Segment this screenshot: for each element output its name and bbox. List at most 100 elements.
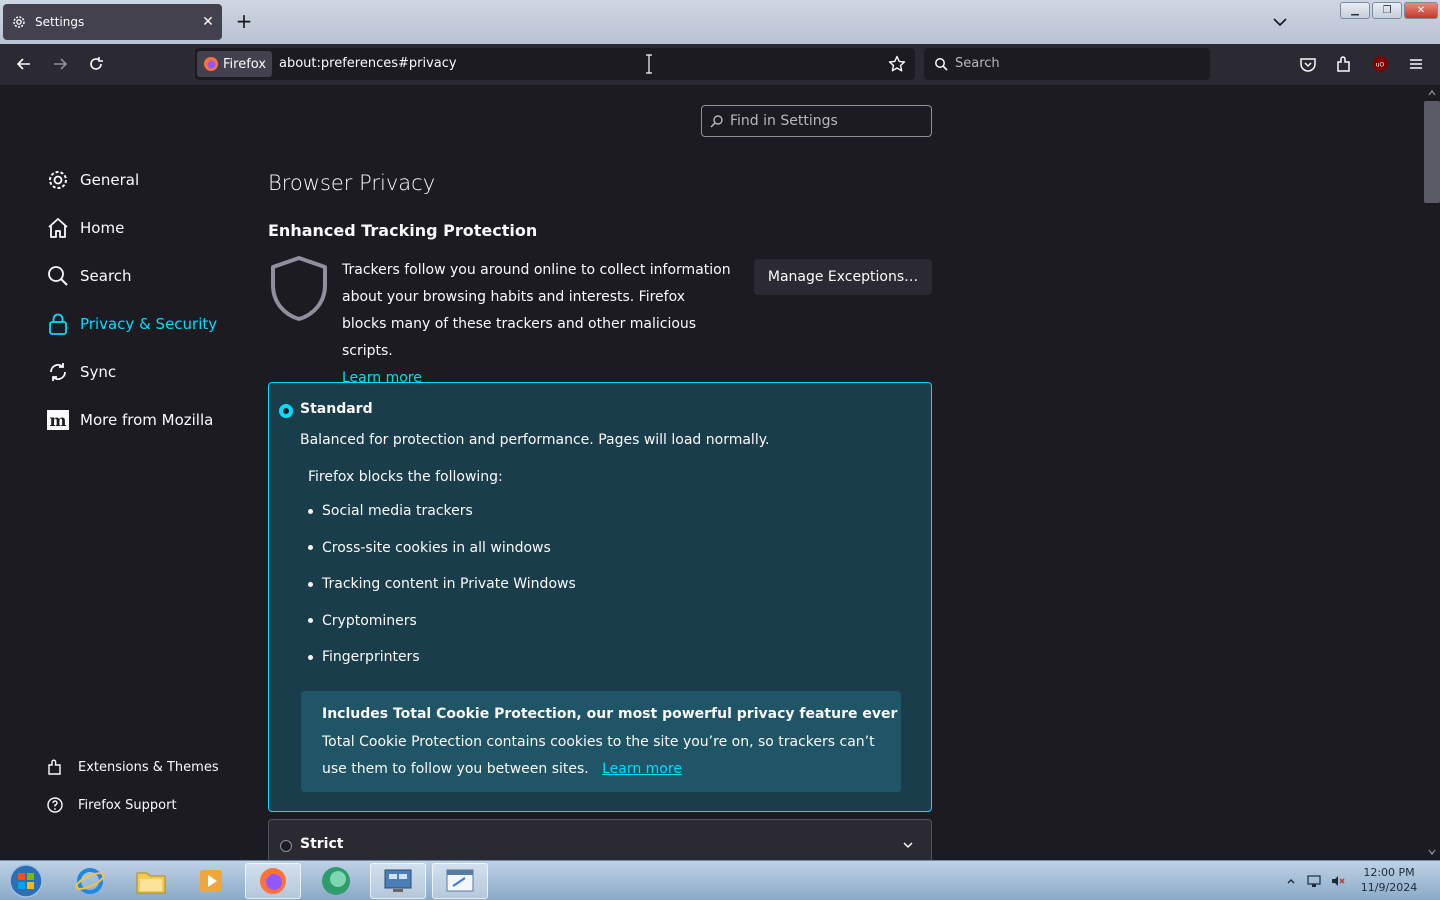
hamburger-menu-icon[interactable] [1406, 54, 1426, 74]
bookmark-star-icon[interactable] [888, 55, 906, 73]
green-app-icon [322, 867, 350, 895]
puzzle-icon [48, 759, 61, 775]
strict-radio[interactable] [280, 840, 292, 852]
close-window-button[interactable]: ✕ [1404, 2, 1438, 19]
tcp-body-text: Total Cookie Protection contains cookies… [322, 734, 875, 777]
back-arrow-icon[interactable] [14, 54, 34, 74]
windows-start-icon [9, 864, 43, 898]
taskbar-window-app[interactable] [432, 863, 488, 899]
etp-description: Trackers follow you around online to col… [342, 257, 732, 392]
lock-icon [49, 313, 67, 335]
bullet-icon [308, 618, 313, 624]
pocket-icon[interactable] [1298, 54, 1318, 74]
sidebar-item-label: Home [80, 219, 125, 237]
sidebar-item-home[interactable]: Home [46, 216, 124, 240]
extensions-themes-label: Extensions & Themes [78, 759, 219, 775]
tray-expand-icon[interactable] [1284, 874, 1298, 888]
standard-protection-card[interactable]: Standard Balanced for protection and per… [268, 382, 932, 812]
scroll-up-icon[interactable] [1428, 89, 1436, 97]
standard-radio[interactable] [280, 405, 292, 417]
sidebar-item-label: Sync [80, 363, 117, 381]
scrollbar-thumb[interactable] [1424, 101, 1440, 203]
search-placeholder: Search [955, 56, 1000, 71]
forward-arrow-icon[interactable] [50, 54, 70, 74]
find-placeholder: Find in Settings [730, 113, 838, 129]
list-item: Cross-site cookies in all windows [308, 530, 576, 567]
gear-icon [49, 171, 67, 189]
extensions-puzzle-icon[interactable] [1334, 54, 1354, 74]
sidebar-item-more-from-mozilla[interactable]: m More from Mozilla [46, 408, 213, 432]
taskbar-app-green[interactable] [308, 863, 364, 899]
taskbar: 12:00 PM 11/9/2024 [0, 860, 1440, 900]
firefox-logo-icon [260, 868, 286, 894]
chevron-down-icon[interactable] [901, 838, 915, 852]
extensions-themes-link[interactable]: Extensions & Themes [46, 758, 219, 776]
restore-button[interactable]: ❐ [1372, 2, 1402, 19]
close-tab-icon[interactable]: ✕ [199, 13, 217, 31]
taskbar-media-player[interactable] [183, 863, 239, 899]
navigation-toolbar: Firefox about:preferences#privacy Search… [0, 44, 1440, 85]
sidebar-item-search[interactable]: Search [46, 264, 132, 288]
window-app-icon [446, 869, 474, 892]
settings-page: Find in Settings General Home Search Pri… [0, 85, 1424, 860]
mozilla-icon: m [47, 410, 69, 430]
tab-strip: Settings ✕ + ▁ ❐ ✕ [0, 0, 1440, 44]
tcp-body: Total Cookie Protection contains cookies… [322, 729, 892, 783]
folder-icon [136, 872, 166, 894]
identity-box[interactable]: Firefox [197, 51, 273, 77]
blocked-item-label: Social media trackers [322, 503, 473, 520]
etp-heading: Enhanced Tracking Protection [268, 221, 538, 240]
strict-protection-card[interactable]: Strict [268, 819, 932, 860]
start-button[interactable] [0, 863, 52, 899]
bullet-icon [308, 545, 313, 551]
sidebar-item-privacy-security[interactable]: Privacy & Security [46, 312, 217, 336]
network-icon[interactable] [1307, 874, 1321, 888]
blocked-item-label: Fingerprinters [322, 649, 420, 666]
identity-label: Firefox [223, 56, 267, 72]
blocks-heading: Firefox blocks the following: [308, 469, 503, 485]
new-tab-button[interactable]: + [234, 11, 254, 31]
taskbar-internet-explorer[interactable] [62, 863, 118, 899]
reload-icon[interactable] [86, 54, 106, 74]
tab-title: Settings [35, 15, 85, 29]
scroll-down-icon[interactable] [1428, 848, 1436, 856]
shield-icon [271, 256, 327, 321]
volume-muted-icon[interactable] [1331, 874, 1345, 888]
manage-exceptions-button[interactable]: Manage Exceptions… [754, 259, 932, 295]
taskbar-file-explorer[interactable] [123, 863, 179, 899]
blocked-item-label: Tracking content in Private Windows [322, 576, 576, 593]
svg-text:uO: uO [1376, 62, 1385, 69]
tcp-learn-more-link[interactable]: Learn more [602, 761, 682, 777]
tab-list-chevron-icon[interactable] [1270, 12, 1290, 32]
search-icon [48, 266, 68, 286]
sidebar-item-general[interactable]: General [46, 168, 139, 192]
search-bar[interactable]: Search [924, 48, 1210, 80]
list-item: Fingerprinters [308, 639, 576, 676]
search-icon [710, 115, 723, 128]
clock-time: 12:00 PM [1363, 866, 1415, 879]
sync-icon [50, 363, 66, 381]
url-bar[interactable]: Firefox about:preferences#privacy [195, 48, 915, 80]
sidebar-item-label: More from Mozilla [80, 411, 214, 429]
taskbar-firefox[interactable] [245, 863, 301, 899]
standard-label: Standard [300, 401, 373, 417]
minimize-button[interactable]: ▁ [1340, 2, 1370, 19]
ublock-origin-icon[interactable]: uO [1370, 54, 1390, 74]
tab-settings[interactable]: Settings ✕ [3, 4, 222, 40]
firefox-support-link[interactable]: Firefox Support [46, 796, 177, 814]
total-cookie-protection-box: Includes Total Cookie Protection, our mo… [301, 691, 901, 792]
internet-explorer-icon [75, 868, 105, 894]
standard-description: Balanced for protection and performance.… [300, 432, 770, 448]
system-clock[interactable]: 12:00 PM 11/9/2024 [1358, 865, 1420, 895]
find-in-settings-input[interactable]: Find in Settings [701, 105, 932, 137]
sidebar-item-label: Privacy & Security [80, 315, 218, 333]
sidebar-item-label: Search [80, 267, 132, 285]
text-cursor-icon [646, 54, 652, 74]
taskbar-control-panel[interactable] [370, 863, 426, 899]
list-item: Social media trackers [308, 493, 576, 530]
sidebar-item-sync[interactable]: Sync [46, 360, 116, 384]
firefox-support-label: Firefox Support [78, 797, 177, 813]
media-player-icon [200, 870, 222, 892]
bullet-icon [308, 508, 313, 514]
svg-text:m: m [50, 411, 67, 430]
